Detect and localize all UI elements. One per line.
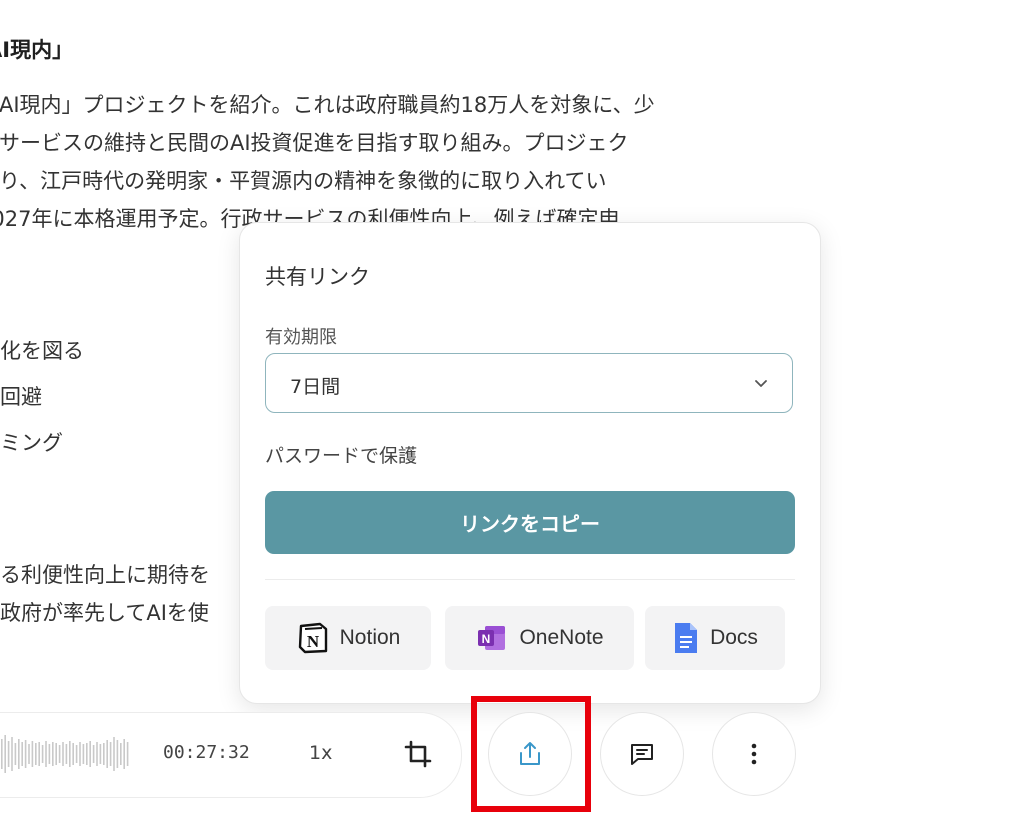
expiry-label: 有効期限 — [265, 327, 337, 348]
waveform-bar — [99, 744, 102, 764]
waveform-bar — [69, 741, 71, 767]
waveform-bar — [11, 737, 13, 771]
docs-label: Docs — [710, 626, 758, 649]
password-protect-toggle[interactable]: パスワードで保護 — [265, 441, 417, 468]
chevron-down-icon — [755, 380, 767, 387]
expiry-select[interactable]: 7日間 — [265, 353, 793, 413]
comment-button[interactable] — [600, 712, 684, 796]
onenote-label: OneNote — [519, 626, 604, 649]
waveform-bar — [82, 744, 85, 764]
waveform-bar — [65, 744, 68, 764]
waveform-bar — [52, 742, 54, 766]
notion-icon: N — [298, 622, 327, 654]
tail-line: る利便性向上に期待を — [0, 563, 210, 587]
playback-time: 00:27:32 — [163, 742, 250, 763]
article-paragraph: 「AI現内」プロジェクトを紹介。これは政府職員約18万人を対象に、少 共サービス… — [0, 86, 768, 238]
waveform-bar — [106, 740, 108, 768]
svg-text:N: N — [482, 632, 491, 646]
waveform-bar — [123, 739, 125, 769]
waveform-bar — [35, 743, 37, 765]
article-tail: る利便性向上に期待を 政府が率先してAIを使 — [0, 556, 210, 632]
waveform-bar — [1, 739, 3, 769]
notion-label: Notion — [339, 626, 401, 649]
waveform-bar — [45, 741, 47, 767]
waveform-bar — [21, 742, 23, 766]
waveform-bar — [24, 740, 27, 768]
waveform-bar — [31, 741, 34, 767]
share-popover: 共有リンク 有効期限 7日間 パスワードで保護 リンクをコピー N Notion… — [239, 222, 821, 704]
waveform[interactable] — [0, 732, 132, 776]
waveform-bar — [55, 743, 57, 765]
bullet-line: 化を図る — [0, 339, 84, 363]
divider — [265, 579, 795, 580]
waveform-bar — [28, 744, 30, 764]
playback-speed-button[interactable]: 1x — [309, 742, 332, 764]
waveform-bar — [120, 743, 122, 765]
google-docs-button[interactable]: Docs — [645, 606, 785, 670]
waveform-bar — [96, 742, 98, 766]
bullet-line: ミング — [0, 431, 63, 455]
waveform-bar — [4, 735, 6, 773]
bullet-line: 回避 — [0, 385, 42, 409]
onenote-icon: N — [478, 626, 506, 650]
waveform-bar — [89, 741, 91, 767]
waveform-bar — [126, 742, 129, 766]
google-docs-icon — [675, 623, 698, 653]
waveform-bar — [72, 743, 74, 765]
copy-link-button[interactable]: リンクをコピー — [265, 491, 795, 554]
tail-line: 政府が率先してAIを使 — [0, 601, 209, 625]
waveform-bar — [7, 741, 10, 767]
waveform-bar — [18, 739, 20, 769]
more-vertical-icon — [751, 743, 757, 765]
expiry-select-value: 7日間 — [290, 376, 341, 398]
waveform-bar — [86, 743, 88, 765]
waveform-bar — [75, 745, 78, 763]
waveform-bar — [92, 745, 95, 763]
share-popover-title: 共有リンク — [265, 265, 370, 289]
waveform-bar — [103, 743, 105, 765]
svg-text:N: N — [307, 632, 320, 651]
article-heading: AI現内」 — [0, 38, 74, 62]
more-options-button[interactable] — [712, 712, 796, 796]
onenote-button[interactable]: N OneNote — [445, 606, 634, 670]
highlight-box — [471, 696, 591, 812]
paragraph-line: 「AI現内」プロジェクトを紹介。これは政府職員約18万人を対象に、少 — [0, 93, 655, 117]
waveform-bar — [14, 743, 17, 765]
comment-icon — [631, 744, 653, 765]
waveform-bar — [58, 745, 61, 763]
paragraph-line: 共サービスの維持と民間のAI投資促進を目指す取り組み。プロジェク — [0, 131, 629, 155]
waveform-bar — [113, 737, 115, 771]
waveform-bar — [41, 745, 44, 763]
waveform-bar — [79, 742, 81, 766]
notion-button[interactable]: N Notion — [265, 606, 431, 670]
paragraph-line: じり、江戸時代の発明家・平賀源内の精神を象徴的に取り入れてい — [0, 169, 607, 193]
waveform-bar — [48, 744, 51, 764]
waveform-bar — [38, 742, 40, 766]
waveform-bar — [62, 742, 64, 766]
waveform-bar — [109, 742, 112, 766]
crop-icon[interactable] — [404, 740, 432, 768]
article-bullets: 化を図る 回避 ミング — [0, 328, 84, 466]
waveform-bar — [116, 740, 119, 768]
